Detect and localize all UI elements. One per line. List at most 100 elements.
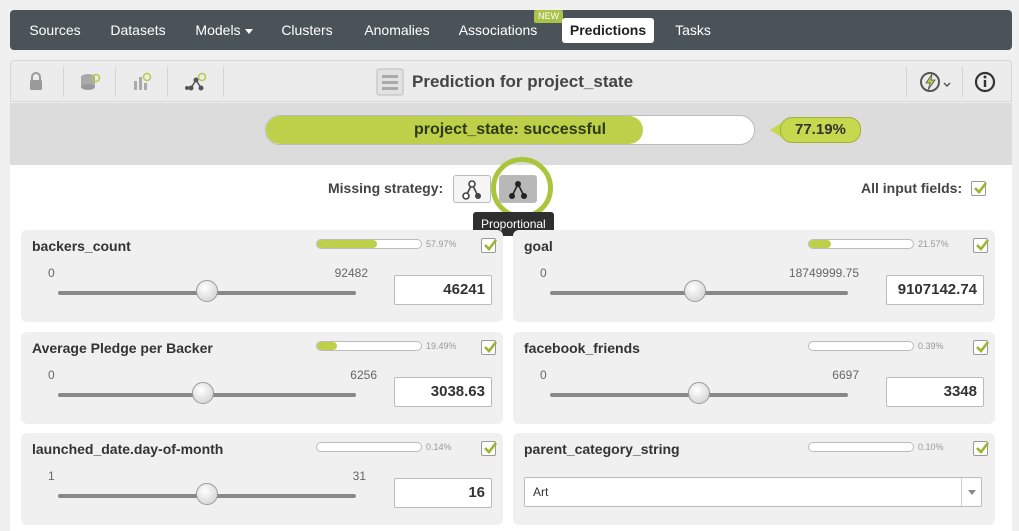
nav-predictions[interactable]: Predictions bbox=[562, 18, 654, 43]
nav-clusters[interactable]: Clusters bbox=[272, 10, 342, 50]
missing-strategy-label: Missing strategy: bbox=[328, 180, 444, 196]
value-slider-handle[interactable] bbox=[688, 382, 710, 404]
range-max: 18749999.75 bbox=[788, 266, 859, 280]
importance-bar bbox=[316, 341, 422, 351]
importance-percent: 57.97% bbox=[426, 239, 457, 249]
field-include-checkbox[interactable] bbox=[481, 340, 498, 355]
value-input[interactable]: 3038.63 bbox=[394, 377, 492, 407]
toolbar-separator bbox=[167, 67, 168, 97]
dataset-icon[interactable] bbox=[77, 69, 103, 95]
selection-highlight-ring bbox=[491, 157, 553, 219]
actions-lightning-icon[interactable] bbox=[918, 69, 954, 95]
lock-icon[interactable] bbox=[23, 69, 49, 95]
prediction-form-icon bbox=[376, 68, 404, 96]
importance-fill bbox=[317, 342, 338, 350]
range-max: 6697 bbox=[832, 368, 859, 382]
chart-icon[interactable] bbox=[129, 69, 155, 95]
range-max: 31 bbox=[352, 469, 366, 483]
importance-percent: 0.10% bbox=[918, 442, 944, 452]
check-icon bbox=[484, 341, 498, 353]
all-input-fields-label: All input fields: bbox=[861, 180, 963, 196]
field-include-checkbox[interactable] bbox=[481, 441, 498, 456]
nav-datasets[interactable]: Datasets bbox=[102, 10, 174, 50]
range-min: 0 bbox=[540, 266, 547, 280]
field-card-parent-category: parent_category_string 0.10% Art bbox=[513, 433, 995, 525]
nav-sources[interactable]: Sources bbox=[20, 10, 90, 50]
field-include-checkbox[interactable] bbox=[973, 340, 990, 355]
category-select-value: Art bbox=[533, 485, 549, 499]
value-input[interactable]: 46241 bbox=[394, 275, 492, 305]
value-slider-handle[interactable] bbox=[196, 483, 218, 505]
field-card-average-pledge: Average Pledge per Backer 19.49% 0 6256 … bbox=[21, 332, 503, 424]
toolbar-separator bbox=[962, 67, 963, 97]
range-min: 1 bbox=[48, 469, 55, 483]
category-select[interactable]: Art bbox=[524, 477, 982, 507]
field-name: launched_date.day-of-month bbox=[32, 441, 224, 457]
nav-models[interactable]: Models bbox=[188, 10, 260, 50]
all-input-fields-checkbox[interactable] bbox=[971, 181, 988, 196]
importance-fill bbox=[317, 240, 378, 248]
field-card-launched-day: launched_date.day-of-month 0.14% 1 31 16 bbox=[21, 433, 503, 525]
check-icon bbox=[484, 239, 498, 251]
range-max: 92482 bbox=[334, 266, 368, 280]
check-icon bbox=[976, 442, 990, 454]
chevron-down-icon[interactable] bbox=[961, 478, 981, 506]
importance-bar bbox=[316, 442, 422, 452]
importance-bar bbox=[808, 239, 914, 249]
tree-last-icon bbox=[462, 180, 481, 200]
model-tree-icon[interactable] bbox=[183, 69, 209, 95]
field-name: facebook_friends bbox=[524, 340, 640, 356]
value-input[interactable]: 16 bbox=[394, 478, 492, 508]
field-name: Average Pledge per Backer bbox=[32, 340, 213, 356]
nav-associations[interactable]: Associations bbox=[452, 10, 544, 50]
info-icon[interactable] bbox=[972, 69, 998, 95]
importance-percent: 19.49% bbox=[426, 341, 457, 351]
value-slider-handle[interactable] bbox=[196, 280, 218, 302]
field-name: backers_count bbox=[32, 238, 131, 254]
confidence-badge: 77.19% bbox=[780, 117, 861, 143]
field-card-backers-count: backers_count 57.97% 0 92482 46241 bbox=[21, 230, 503, 322]
check-icon bbox=[976, 341, 990, 353]
nav-models-label: Models bbox=[195, 22, 241, 38]
chevron-down-icon bbox=[244, 28, 253, 34]
nav-tasks[interactable]: Tasks bbox=[668, 10, 718, 50]
toolbar-separator bbox=[223, 67, 224, 97]
field-include-checkbox[interactable] bbox=[973, 441, 990, 456]
value-input[interactable]: 3348 bbox=[886, 377, 984, 407]
page-title: Prediction for project_state bbox=[412, 72, 634, 91]
input-fields-panel: Missing strategy: Proportional All input… bbox=[10, 157, 1012, 531]
value-input[interactable]: 9107142.74 bbox=[886, 275, 984, 305]
last-prediction-strategy-button[interactable] bbox=[453, 175, 491, 203]
check-icon bbox=[974, 182, 988, 194]
check-icon bbox=[976, 239, 990, 251]
range-min: 0 bbox=[48, 266, 55, 280]
page-title-area: Prediction for project_state bbox=[376, 67, 633, 97]
field-name: parent_category_string bbox=[524, 441, 680, 457]
importance-percent: 21.57% bbox=[918, 239, 949, 249]
field-include-checkbox[interactable] bbox=[973, 238, 990, 253]
range-min: 0 bbox=[48, 368, 55, 382]
toolbar-separator bbox=[906, 67, 907, 97]
prediction-result-label: project_state: successful bbox=[413, 121, 607, 138]
top-nav: Sources Datasets Models Clusters Anomali… bbox=[10, 10, 1012, 50]
importance-bar bbox=[316, 239, 422, 249]
importance-percent: 0.39% bbox=[918, 341, 944, 351]
field-card-facebook-friends: facebook_friends 0.39% 0 6697 3348 bbox=[513, 332, 995, 424]
check-icon bbox=[484, 442, 498, 454]
prediction-result-bar: project_state: successful bbox=[265, 115, 755, 145]
importance-fill bbox=[809, 240, 832, 248]
new-badge: NEW bbox=[534, 10, 563, 23]
toolbar-separator bbox=[115, 67, 116, 97]
range-min: 0 bbox=[540, 368, 547, 382]
importance-bar bbox=[808, 442, 914, 452]
nav-anomalies[interactable]: Anomalies bbox=[356, 10, 438, 50]
importance-percent: 0.14% bbox=[426, 442, 452, 452]
prediction-result-area: project_state: successful 77.19% bbox=[10, 103, 1012, 165]
toolbar: Prediction for project_state bbox=[10, 60, 1012, 102]
range-max: 6256 bbox=[350, 368, 377, 382]
field-include-checkbox[interactable] bbox=[481, 238, 498, 253]
field-name: goal bbox=[524, 238, 553, 254]
value-slider-handle[interactable] bbox=[191, 382, 214, 404]
importance-bar bbox=[808, 341, 914, 351]
value-slider-handle[interactable] bbox=[683, 280, 706, 302]
